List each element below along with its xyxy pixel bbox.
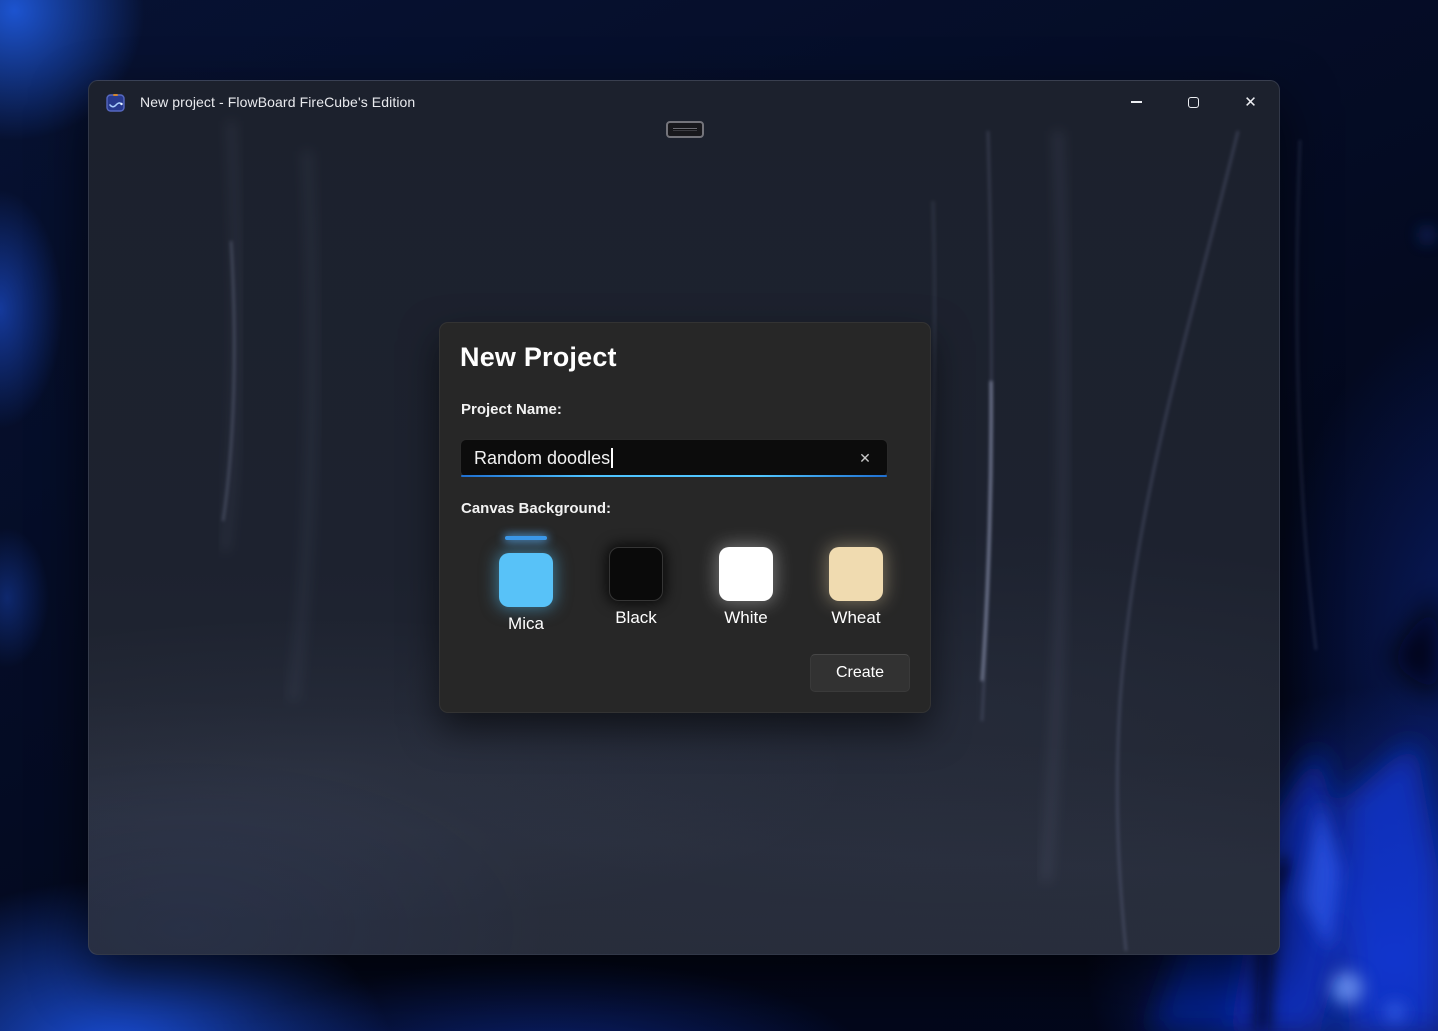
minimize-icon [1131, 101, 1142, 103]
app-window: New project - FlowBoard FireCube's Editi… [88, 80, 1280, 955]
swatch-option-white[interactable]: White [716, 547, 776, 628]
white-color-swatch [719, 547, 773, 601]
mica-color-swatch [499, 553, 553, 607]
swatch-label: Wheat [831, 608, 881, 627]
close-button[interactable]: ✕ [1222, 81, 1279, 123]
clear-icon: ✕ [859, 450, 871, 466]
project-name-label: Project Name: [461, 401, 562, 418]
wheat-color-swatch [829, 547, 883, 601]
swatch-label: White [724, 608, 768, 627]
project-name-input[interactable]: Random doodles ✕ [460, 439, 888, 477]
text-caret [611, 448, 613, 468]
titlebar[interactable]: New project - FlowBoard FireCube's Editi… [89, 81, 1279, 123]
window-title: New project - FlowBoard FireCube's Editi… [140, 94, 416, 110]
collapsed-toolbar-pill[interactable] [666, 121, 704, 138]
window-controls: ✕ [1108, 81, 1279, 123]
clear-input-button[interactable]: ✕ [853, 446, 877, 470]
desktop-background: { "window": { "title": "New project - Fl… [0, 0, 1438, 1031]
toolbar-pill-slot-icon [673, 128, 697, 131]
canvas-background-options: Mica Black White Wheat [496, 536, 886, 633]
swatch-option-wheat[interactable]: Wheat [826, 547, 886, 628]
dialog-title: New Project [460, 342, 617, 372]
create-button[interactable]: Create [810, 654, 910, 692]
swatch-label: Black [615, 608, 657, 627]
app-icon[interactable] [106, 93, 125, 112]
swatch-label: Mica [508, 614, 544, 633]
swatch-option-black[interactable]: Black [606, 547, 666, 628]
canvas-background-label: Canvas Background: [461, 500, 612, 517]
black-color-swatch [609, 547, 663, 601]
maximize-button[interactable] [1165, 81, 1222, 123]
maximize-icon [1188, 96, 1199, 108]
close-icon: ✕ [1244, 93, 1257, 111]
selection-indicator [505, 536, 547, 540]
new-project-dialog: New Project Project Name: Random doodles… [439, 322, 931, 713]
project-name-value: Random doodles [474, 447, 611, 468]
minimize-button[interactable] [1108, 81, 1165, 123]
swatch-option-mica[interactable]: Mica [496, 536, 556, 634]
